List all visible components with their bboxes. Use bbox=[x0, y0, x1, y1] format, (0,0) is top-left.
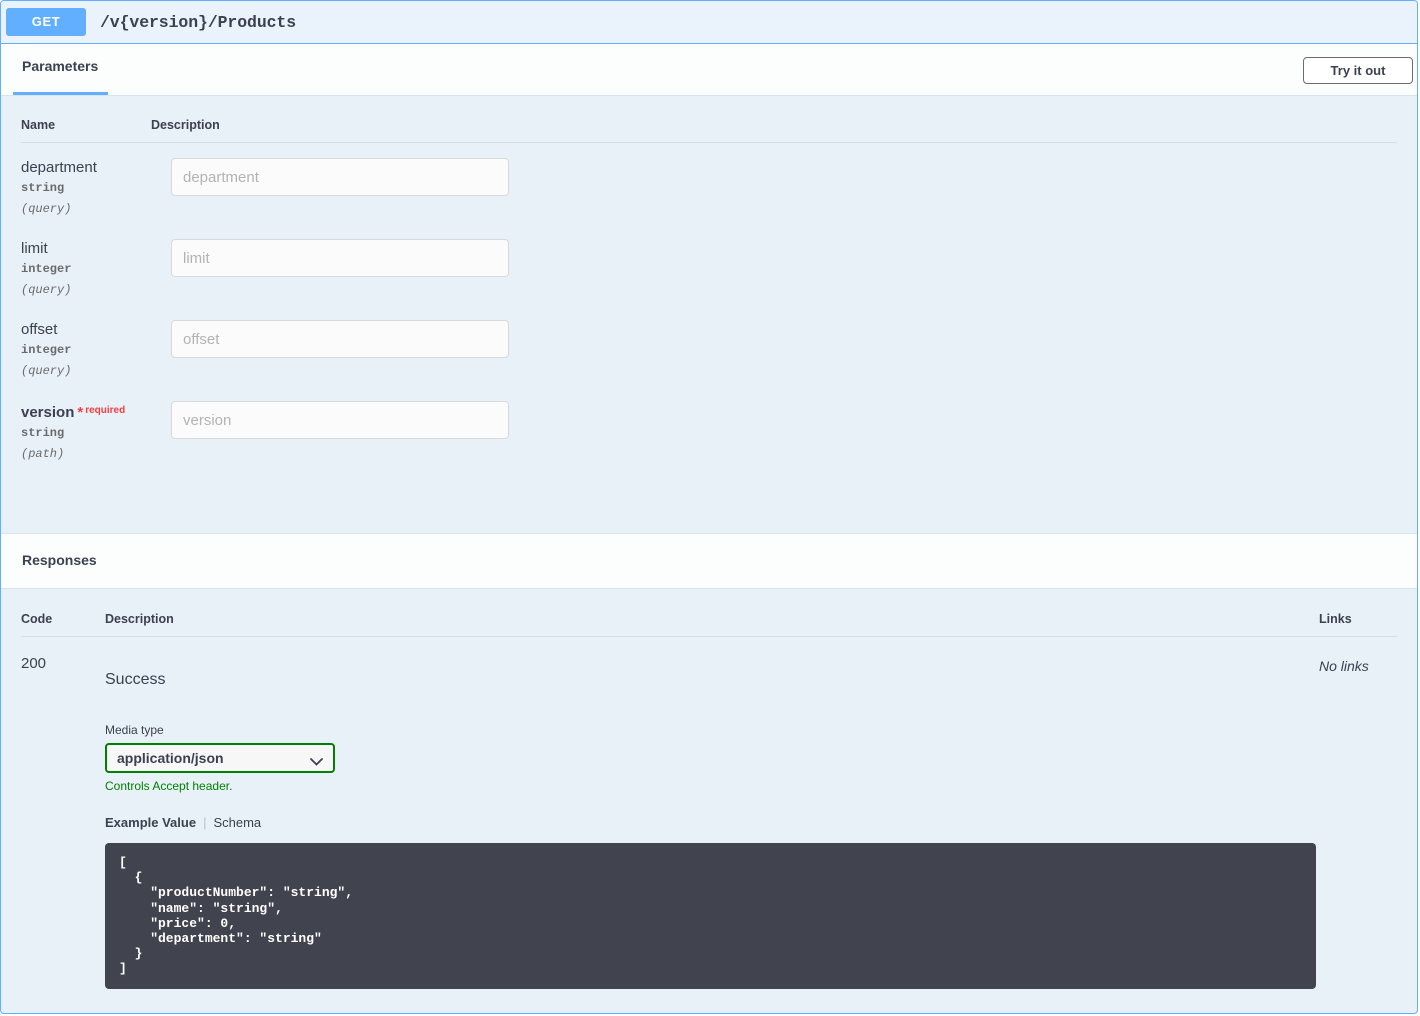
example-code-block[interactable]: [ { "productNumber": "string", "name": "… bbox=[105, 843, 1316, 989]
parameters-spacer bbox=[21, 467, 1397, 533]
media-type-select[interactable]: application/json bbox=[105, 743, 335, 773]
column-header-response-description: Description bbox=[105, 612, 174, 626]
parameter-location: (path) bbox=[21, 447, 65, 461]
parameter-input-cell bbox=[151, 158, 509, 224]
parameter-name-cell: limit integer (query) bbox=[21, 239, 151, 305]
operation-summary[interactable]: GET /v{version}/Products bbox=[1, 1, 1417, 44]
parameter-location: (query) bbox=[21, 202, 72, 216]
response-links: No links bbox=[1319, 658, 1369, 674]
column-header-description: Description bbox=[151, 118, 220, 132]
responses-table-header: Code Description Links bbox=[21, 589, 1397, 637]
media-type-hint: Controls Accept header. bbox=[105, 779, 233, 793]
operation-block: GET /v{version}/Products Parameters Try … bbox=[0, 0, 1418, 1014]
parameter-name: department bbox=[21, 159, 97, 176]
parameter-location: (query) bbox=[21, 364, 72, 378]
tab-active-indicator bbox=[13, 92, 108, 95]
tab-separator: | bbox=[203, 815, 207, 830]
tab-schema[interactable]: Schema bbox=[213, 815, 261, 830]
parameter-type: string bbox=[21, 181, 65, 195]
parameter-name-cell: department string (query) bbox=[21, 158, 151, 224]
example-schema-tabs: Example Value | Schema bbox=[105, 815, 1319, 830]
response-status-code: 200 bbox=[21, 655, 47, 672]
parameter-type: integer bbox=[21, 343, 72, 357]
parameter-location: (query) bbox=[21, 283, 72, 297]
media-type-select-wrap: application/json bbox=[105, 743, 335, 773]
parameter-input-offset[interactable] bbox=[171, 320, 509, 358]
parameter-name-required: version * required bbox=[21, 401, 151, 423]
parameter-type: string bbox=[21, 426, 65, 440]
parameters-body: Name Description department string (quer… bbox=[1, 96, 1417, 533]
table-row: version * required string (path) bbox=[21, 386, 1397, 467]
parameter-name: version bbox=[21, 404, 75, 421]
tab-example-value[interactable]: Example Value bbox=[105, 815, 196, 830]
tab-parameters[interactable]: Parameters bbox=[22, 58, 98, 74]
column-header-code: Code bbox=[21, 612, 53, 626]
table-row: limit integer (query) bbox=[21, 224, 1397, 305]
response-description-cell: Success Media type application/json Cont… bbox=[105, 655, 1319, 989]
parameter-input-limit[interactable] bbox=[171, 239, 509, 277]
parameter-input-cell bbox=[151, 401, 509, 467]
parameter-name: offset bbox=[21, 321, 58, 338]
responses-header-band: Responses bbox=[1, 533, 1417, 589]
parameter-input-cell bbox=[151, 239, 509, 305]
parameters-tab-strip: Parameters Try it out bbox=[1, 44, 1417, 96]
parameter-name: limit bbox=[21, 240, 48, 257]
response-description: Success bbox=[105, 671, 166, 688]
media-type-label: Media type bbox=[105, 723, 164, 737]
operation-path: /v{version}/Products bbox=[100, 12, 297, 32]
table-row: department string (query) bbox=[21, 143, 1397, 224]
parameter-type: integer bbox=[21, 262, 72, 276]
parameter-input-cell bbox=[151, 320, 509, 386]
parameter-name-cell: offset integer (query) bbox=[21, 320, 151, 386]
example-json: [ { "productNumber": "string", "name": "… bbox=[119, 855, 354, 977]
column-header-name: Name bbox=[21, 118, 56, 132]
parameter-input-department[interactable] bbox=[171, 158, 509, 196]
parameter-name-cell: version * required string (path) bbox=[21, 401, 151, 467]
responses-body: Code Description Links 200 Success Media… bbox=[1, 589, 1417, 989]
column-header-links: Links bbox=[1319, 612, 1352, 626]
parameter-input-version[interactable] bbox=[171, 401, 509, 439]
response-row: 200 Success Media type application/json … bbox=[21, 637, 1397, 989]
required-asterisk-icon: * bbox=[77, 404, 84, 421]
try-it-out-button[interactable]: Try it out bbox=[1303, 57, 1413, 84]
table-row: offset integer (query) bbox=[21, 305, 1397, 386]
http-method-badge: GET bbox=[6, 8, 86, 36]
responses-title: Responses bbox=[22, 552, 97, 568]
required-label: required bbox=[85, 405, 126, 416]
parameters-table-header: Name Description bbox=[21, 96, 1397, 143]
